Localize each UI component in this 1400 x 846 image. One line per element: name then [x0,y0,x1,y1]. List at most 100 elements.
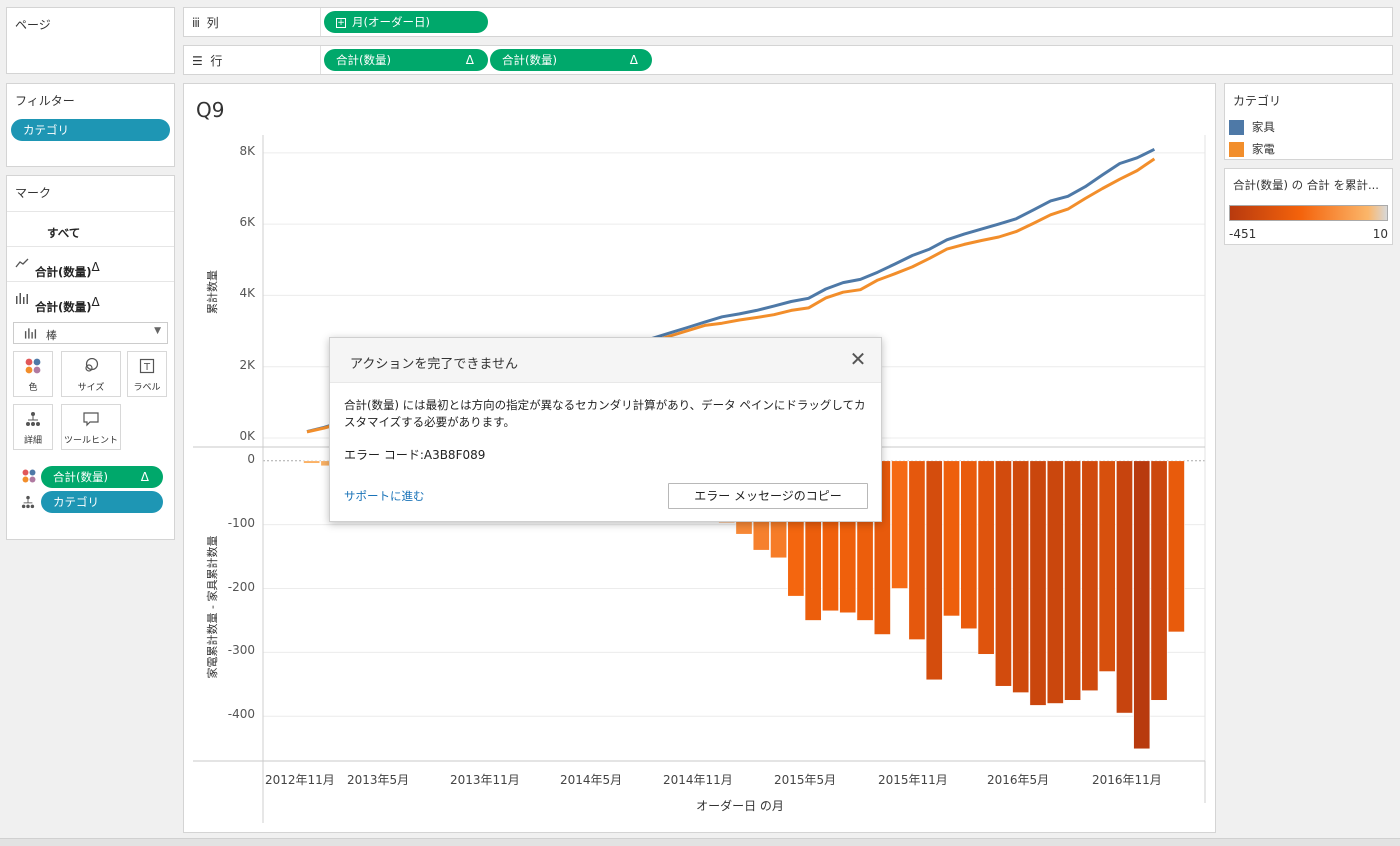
color-icon [21,469,37,486]
sheet-tab-bar [0,838,1400,846]
category-legend: カテゴリ 家具 家電 [1224,83,1393,160]
category-legend-title: カテゴリ [1233,94,1282,108]
detail-icon [14,411,52,429]
copy-error-button[interactable]: エラー メッセージのコピー [668,483,868,509]
legend-item-appliance[interactable]: 家電 [1229,141,1275,157]
mark-tooltip-label: ツールヒント [63,436,118,446]
marks-field-pill-sum-quantity[interactable]: 合計(数量) Δ [41,466,163,488]
close-icon[interactable]: ✕ [847,348,869,370]
bar [1116,460,1133,714]
x-axis-title: オーダー日 の月 [696,799,784,813]
y-tick-label-top: 4K [239,286,255,301]
color-legend-min: -451 [1229,227,1257,241]
marks-all-row[interactable]: すべて [7,211,174,247]
bar [1012,460,1030,693]
columns-icon: iii [192,16,200,30]
y-tick-label-bottom: -300 [227,643,255,658]
line-chart-icon [15,257,29,272]
bar [1150,460,1168,701]
bar-chart-icon [15,292,29,307]
y-tick-label-top: 0K [239,429,255,443]
mark-tooltip-button[interactable]: ツールヒント [61,404,121,450]
mark-size-label: サイズ [77,383,105,393]
rows-pill-sum-quantity-1[interactable]: 合計(数量) Δ [324,49,488,71]
rows-shelf: ☰ 行 合計(数量) Δ 合計(数量) Δ [183,45,1393,75]
label-icon: T [128,358,166,376]
color-icon [14,358,52,376]
dialog-message: 合計(数量) には最初とは方向の指定が異なるセカンダリ計算があり、データ ペイン… [344,398,866,429]
dialog-header: アクションを完了できません ✕ [330,338,881,383]
dialog-error-code: エラー コード:A3B8F089 [344,448,486,462]
x-tick-label: 2014年5月 [560,773,623,787]
x-tick-label: 2013年5月 [347,773,410,787]
legend-swatch [1229,119,1244,135]
mark-detail-label: 詳細 [23,436,42,446]
mark-label-label: ラベル [133,383,161,393]
y-tick-label-top: 6K [239,215,255,230]
bar [1029,460,1047,706]
marks-card-line[interactable]: 合計(数量)Δ [7,246,174,282]
bar [908,460,926,640]
bar [891,460,909,589]
marks-title: マーク [15,186,52,200]
mark-color-button[interactable]: 色 [13,351,53,397]
bar [1167,460,1185,633]
x-tick-label: 2013年11月 [450,773,520,787]
columns-shelf-label: iii 列 [192,16,219,30]
bar [1098,460,1116,672]
mark-detail-button[interactable]: 詳細 [13,404,53,450]
legend-swatch [1229,141,1244,157]
y-axis-title-bottom: 家電累計数量 - 家具累計数量 [206,535,219,679]
marks-card-line-label: 合計(数量)Δ [35,260,100,279]
filter-pill-category[interactable]: カテゴリ [11,119,170,141]
size-icon [62,357,120,376]
error-dialog: アクションを完了できません ✕ 合計(数量) には最初とは方向の指定が異なるセカ… [329,337,882,522]
filters-title: フィルター [15,94,75,108]
bar [960,460,978,630]
color-legend-max: 10 [1372,227,1388,241]
x-tick-label: 2012年11月 [265,773,335,787]
x-tick-label: 2015年11月 [878,773,948,787]
legend-item-furniture[interactable]: 家具 [1229,119,1275,135]
bar [1064,460,1082,701]
bar [977,460,995,655]
plus-box-icon: + [336,17,346,28]
columns-shelf: iii 列 + 月(オーダー日) [183,7,1393,37]
filters-card: フィルター カテゴリ [6,83,175,167]
y-tick-label-top: 8K [239,143,255,158]
y-tick-label-top: 2K [239,357,255,372]
x-tick-label: 2016年11月 [1092,773,1162,787]
y-tick-label-bottom: 0 [247,451,255,466]
color-legend: 合計(数量) の 合計 を累計... -451 10 [1224,168,1393,245]
marks-card-bar-label: 合計(数量)Δ [35,295,100,314]
pages-title: ページ [15,18,51,32]
mark-type-value: 棒 [46,329,57,342]
columns-pill-month[interactable]: + 月(オーダー日) [324,11,488,33]
color-ramp[interactable] [1229,205,1388,221]
x-tick-label: 2015年5月 [774,773,837,787]
bar-chart-icon [24,327,37,342]
support-link[interactable]: サポートに進む [344,488,425,504]
y-tick-label-bottom: -400 [227,707,255,722]
chevron-down-icon: ▼ [154,326,161,336]
bar [1046,460,1064,704]
bar [303,460,321,464]
shelf-divider [320,8,321,36]
shelf-divider [320,46,321,74]
mark-label-button[interactable]: T ラベル [127,351,167,397]
dialog-title: アクションを完了できません [350,357,518,372]
rows-icon: ☰ [192,54,203,68]
svg-text:T: T [143,362,151,373]
rows-shelf-label: ☰ 行 [192,54,223,68]
color-legend-title: 合計(数量) の 合計 を累計... [1233,178,1379,192]
detail-icon [21,495,35,512]
mark-size-button[interactable]: サイズ [61,351,121,397]
bar [994,460,1012,687]
marks-field-pill-category[interactable]: カテゴリ [41,491,163,513]
bar [925,460,943,681]
x-tick-label: 2016年5月 [987,773,1050,787]
bar [943,460,960,617]
mark-type-select[interactable]: 棒 ▼ [13,322,168,344]
marks-card-bar[interactable]: 合計(数量)Δ [7,281,174,317]
rows-pill-sum-quantity-2[interactable]: 合計(数量) Δ [490,49,652,71]
